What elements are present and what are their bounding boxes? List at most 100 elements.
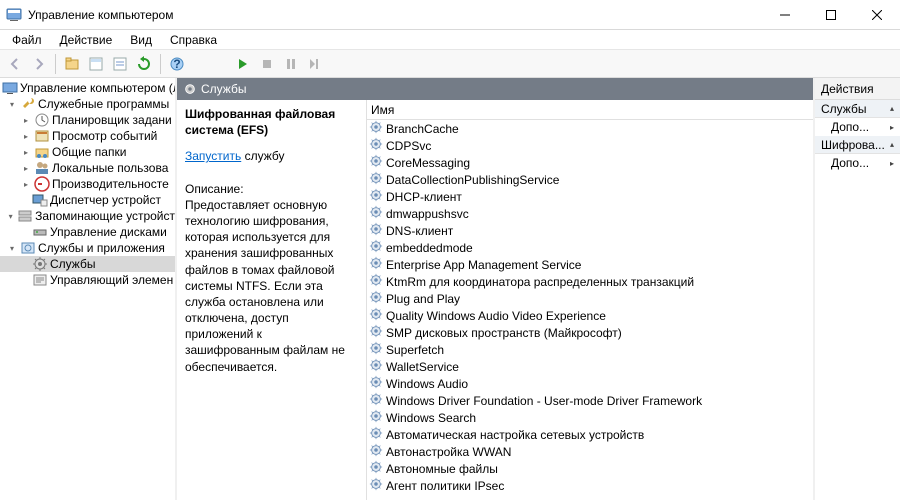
service-icon xyxy=(369,120,383,137)
service-row[interactable]: DataCollectionPublishingService xyxy=(367,171,813,188)
start-service-link[interactable]: Запустить xyxy=(185,149,241,163)
service-name: Автономные файлы xyxy=(386,462,498,476)
service-name: SMP дисковых пространств (Майкрософт) xyxy=(386,326,622,340)
service-list-items: BranchCache CDPSvcCoreMessagingDataCollec… xyxy=(367,120,813,500)
tree-event-viewer[interactable]: ▸ Просмотр событий xyxy=(0,128,175,144)
service-name: BranchCache xyxy=(386,122,459,136)
minimize-button[interactable] xyxy=(762,0,808,30)
menu-help[interactable]: Справка xyxy=(162,31,225,49)
tree-shared-folders[interactable]: ▸ Общие папки xyxy=(0,144,175,160)
service-row[interactable]: Windows Search xyxy=(367,409,813,426)
services-header: Службы xyxy=(177,78,813,100)
service-row[interactable]: SMP дисковых пространств (Майкрософт) xyxy=(367,324,813,341)
chevron-right-icon: ▸ xyxy=(890,159,894,168)
service-name: Windows Driver Foundation - User-mode Dr… xyxy=(386,394,702,408)
tree-group-storage[interactable]: ▾ Запоминающие устройст xyxy=(0,208,175,224)
tree-disk-management[interactable]: Управление дисками xyxy=(0,224,175,240)
service-icon xyxy=(369,426,383,443)
maximize-button[interactable] xyxy=(808,0,854,30)
service-row[interactable]: KtmRm для координатора распределенных тр… xyxy=(367,273,813,290)
restart-service-button[interactable] xyxy=(304,53,326,75)
stop-service-button[interactable] xyxy=(256,53,278,75)
action-more-services[interactable]: Допо... ▸ xyxy=(815,118,900,136)
service-row[interactable]: CoreMessaging xyxy=(367,154,813,171)
up-button[interactable] xyxy=(61,53,83,75)
expand-icon[interactable]: ▸ xyxy=(20,146,32,158)
computer-icon xyxy=(2,80,18,96)
service-row[interactable]: dmwappushsvc xyxy=(367,205,813,222)
tree-root[interactable]: Управление компьютером (л xyxy=(0,80,175,96)
expand-icon[interactable]: ▸ xyxy=(20,114,32,126)
menu-action[interactable]: Действие xyxy=(52,31,121,49)
service-row[interactable]: Superfetch xyxy=(367,341,813,358)
clock-icon xyxy=(34,112,50,128)
expand-icon[interactable]: ▸ xyxy=(20,178,32,190)
service-icon xyxy=(369,358,383,375)
service-row[interactable]: DNS-клиент xyxy=(367,222,813,239)
action-group-efs[interactable]: Шифрова... ▴ xyxy=(815,136,900,154)
service-row[interactable]: CDPSvc xyxy=(367,137,813,154)
service-row[interactable]: Windows Driver Foundation - User-mode Dr… xyxy=(367,392,813,409)
service-name: Enterprise App Management Service xyxy=(386,258,581,272)
action-group-services[interactable]: Службы ▴ xyxy=(815,100,900,118)
service-row[interactable]: Автонастройка WWAN xyxy=(367,443,813,460)
actions-header: Действия xyxy=(815,78,900,100)
service-icon xyxy=(369,307,383,324)
expand-icon[interactable]: ▸ xyxy=(20,130,32,142)
service-icon xyxy=(369,273,383,290)
service-row[interactable]: Quality Windows Audio Video Experience xyxy=(367,307,813,324)
tree-group-system-tools[interactable]: ▾ Служебные программы xyxy=(0,96,175,112)
tree-device-manager[interactable]: Диспетчер устройст xyxy=(0,192,175,208)
refresh-button[interactable] xyxy=(133,53,155,75)
service-name: Superfetch xyxy=(386,343,444,357)
service-name: Автоматическая настройка сетевых устройс… xyxy=(386,428,644,442)
collapse-icon[interactable]: ▾ xyxy=(6,98,18,110)
service-row[interactable]: Автономные файлы xyxy=(367,460,813,477)
service-row[interactable]: DHCP-клиент xyxy=(367,188,813,205)
service-row[interactable]: Windows Audio xyxy=(367,375,813,392)
disk-management-icon xyxy=(32,224,48,240)
tree-services[interactable]: Службы xyxy=(0,256,175,272)
service-name: Windows Search xyxy=(386,411,476,425)
service-icon xyxy=(369,222,383,239)
expand-icon[interactable]: ▸ xyxy=(20,162,32,174)
collapse-icon[interactable]: ▾ xyxy=(6,242,18,254)
services-apps-icon xyxy=(20,240,36,256)
service-name: DHCP-клиент xyxy=(386,190,462,204)
service-icon xyxy=(369,137,383,154)
svg-text:?: ? xyxy=(173,57,180,71)
tree-pane: Управление компьютером (л ▾ Служебные пр… xyxy=(0,78,177,500)
service-name: Windows Audio xyxy=(386,377,468,391)
help-button[interactable]: ? xyxy=(166,53,188,75)
service-row[interactable]: embeddedmode xyxy=(367,239,813,256)
service-icon xyxy=(369,188,383,205)
wmi-icon xyxy=(32,272,48,288)
service-row[interactable]: Агент политики IPsec xyxy=(367,477,813,494)
tree-performance[interactable]: ▸ Производительносте xyxy=(0,176,175,192)
shared-folder-icon xyxy=(34,144,50,160)
service-name: embeddedmode xyxy=(386,241,473,255)
start-service-button[interactable] xyxy=(232,53,254,75)
menu-file[interactable]: Файл xyxy=(4,31,50,49)
tree-local-users[interactable]: ▸ Локальные пользова xyxy=(0,160,175,176)
back-button[interactable] xyxy=(4,53,26,75)
export-button[interactable] xyxy=(109,53,131,75)
action-more-efs[interactable]: Допо... ▸ xyxy=(815,154,900,172)
tree-wmi-control[interactable]: Управляющий элемен xyxy=(0,272,175,288)
tree-task-scheduler[interactable]: ▸ Планировщик задани xyxy=(0,112,175,128)
forward-button[interactable] xyxy=(28,53,50,75)
properties-button[interactable] xyxy=(85,53,107,75)
service-row[interactable]: Plug and Play xyxy=(367,290,813,307)
service-row[interactable]: Автоматическая настройка сетевых устройс… xyxy=(367,426,813,443)
column-header-name[interactable]: Имя xyxy=(367,100,813,120)
service-row[interactable]: Enterprise App Management Service xyxy=(367,256,813,273)
pause-service-button[interactable] xyxy=(280,53,302,75)
device-manager-icon xyxy=(32,192,48,208)
close-button[interactable] xyxy=(854,0,900,30)
collapse-icon[interactable]: ▾ xyxy=(6,210,15,222)
service-row[interactable]: WalletService xyxy=(367,358,813,375)
menu-view[interactable]: Вид xyxy=(122,31,160,49)
service-name: CDPSvc xyxy=(386,139,431,153)
service-row[interactable]: BranchCache xyxy=(367,120,813,137)
tree-group-services-apps[interactable]: ▾ Службы и приложения xyxy=(0,240,175,256)
